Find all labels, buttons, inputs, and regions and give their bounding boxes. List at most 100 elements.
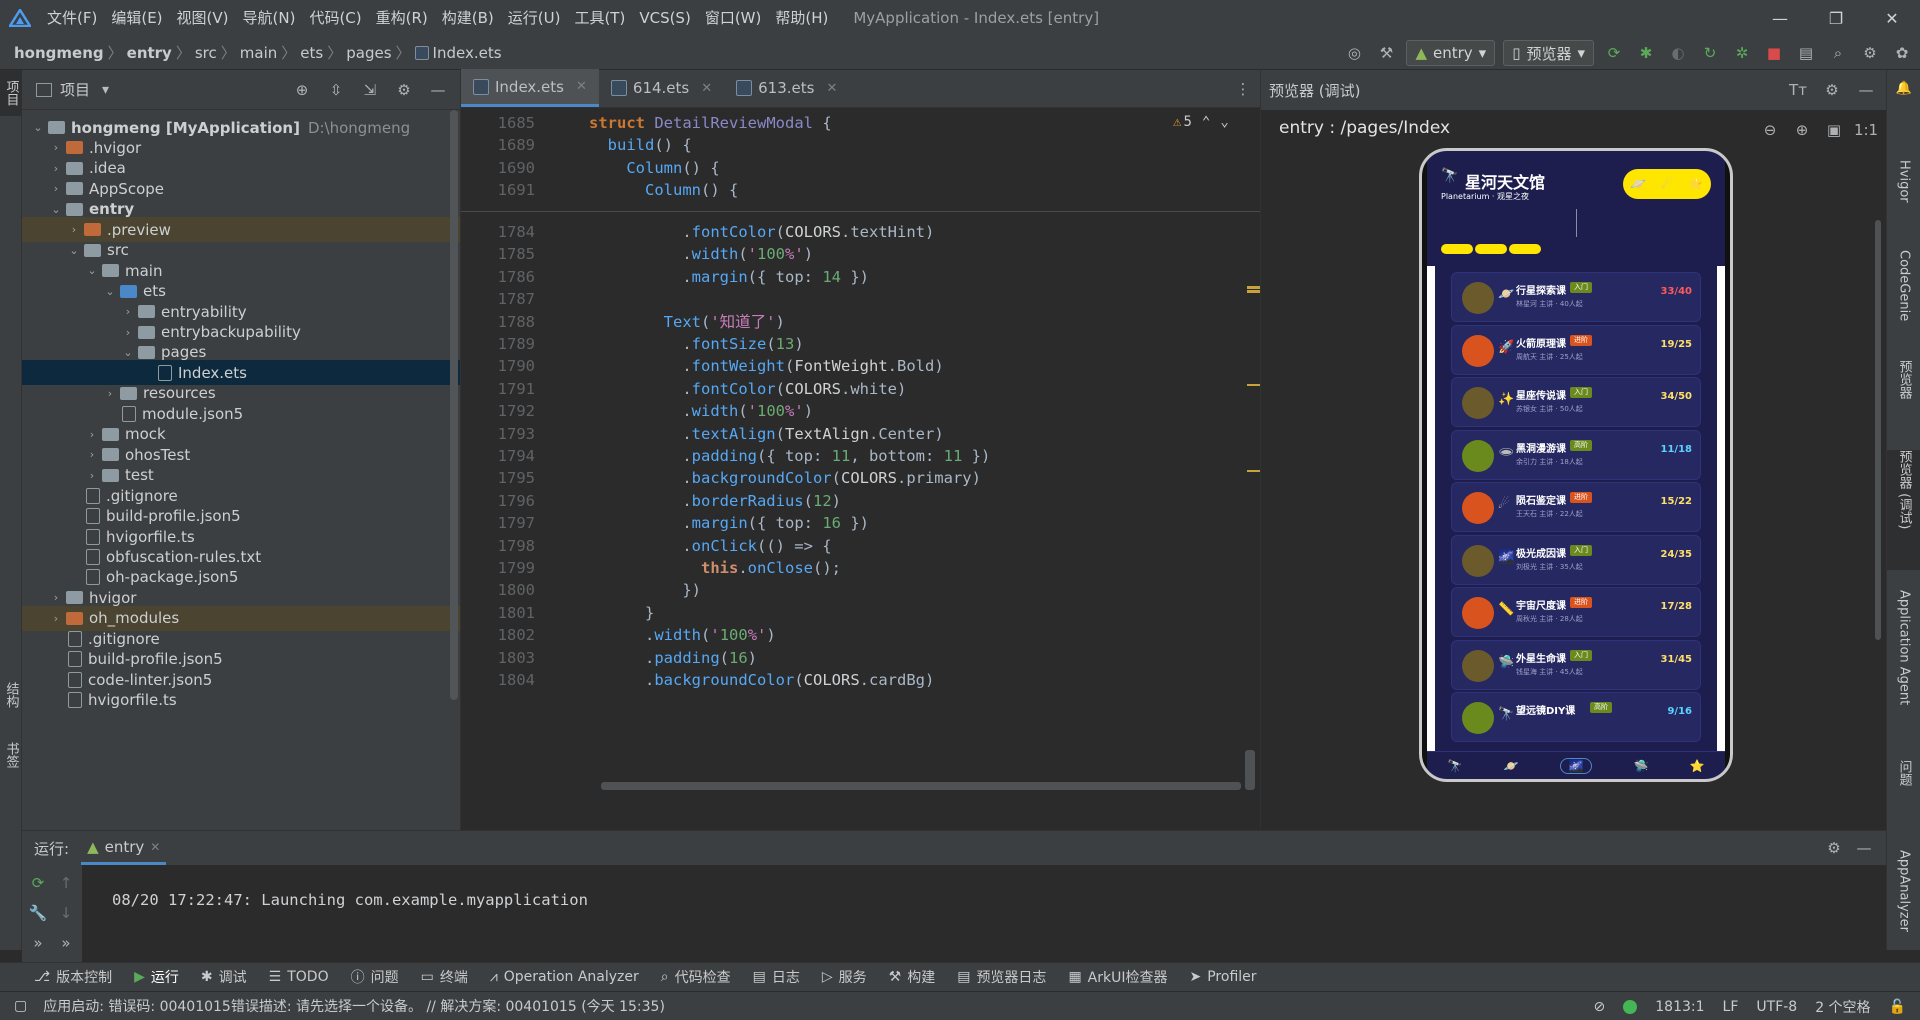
chevron-right-icon[interactable]: ›	[66, 223, 82, 236]
menu-item[interactable]: 编辑(E)	[104, 0, 169, 36]
tool-tab[interactable]: ✱ 调试	[201, 967, 247, 987]
preview-scrollbar[interactable]	[1875, 220, 1881, 640]
close-button[interactable]: ✕	[1864, 0, 1920, 36]
tool-tab[interactable]: ☰ TODO	[269, 969, 329, 985]
menu-item[interactable]: 代码(C)	[302, 0, 368, 36]
code-line[interactable]: 1798 .onClick(() => {	[461, 535, 1261, 557]
previewer-debug-tool-tab[interactable]: 预览器 (调试)	[1887, 450, 1920, 570]
close-icon[interactable]: ✕	[150, 840, 160, 854]
chevron-right-icon[interactable]: ›	[48, 141, 64, 154]
application-agent-tool-tab[interactable]: Application Agent	[1887, 590, 1920, 740]
debug-restart-icon[interactable]: ✲	[1730, 41, 1754, 65]
course-card[interactable]: ☄ 陨石鉴定课 进阶 王天石 主讲 · 22人起 15/22	[1451, 482, 1701, 532]
course-card[interactable]: 🔭 望远镜DIY课 高阶 9/16	[1451, 692, 1701, 742]
structure-tool-tab[interactable]: 结构	[0, 670, 22, 720]
more-icon[interactable]: »	[26, 931, 50, 955]
chevron-right-icon[interactable]: ›	[48, 612, 64, 625]
code-line[interactable]: 1801 }	[461, 602, 1261, 624]
breadcrumb-item[interactable]: hongmeng	[14, 44, 104, 62]
menu-item[interactable]: 重构(R)	[369, 0, 435, 36]
tab-614-ets[interactable]: 614.ets ✕	[599, 69, 724, 107]
editor-h-scrollbar[interactable]	[601, 782, 1241, 790]
notifications-tool-tab[interactable]: 🔔	[1887, 80, 1920, 120]
tool-tab[interactable]: ▤ 预览器日志	[957, 967, 1046, 987]
project-tool-tab[interactable]: 项目	[0, 70, 22, 116]
debug-icon[interactable]: ✱	[1634, 41, 1658, 65]
search-icon[interactable]: ⌕	[1826, 41, 1850, 65]
menu-item[interactable]: 工具(T)	[567, 0, 632, 36]
hide-icon[interactable]: —	[1854, 78, 1878, 102]
line-separator[interactable]: LF	[1723, 999, 1739, 1015]
code-line[interactable]: 1797 .margin({ top: 16 })	[461, 512, 1261, 534]
code-line[interactable]: 1802 .width('100%')	[461, 624, 1261, 646]
status-message[interactable]: 应用启动: 错误码: 00401015错误描述: 请先选择一个设备。 // 解决…	[43, 996, 665, 1016]
minimize-button[interactable]: —	[1752, 0, 1808, 36]
device-dropdown[interactable]: ▯ 预览器 ▾	[1503, 40, 1594, 66]
memory-icon[interactable]: ⊘	[1594, 999, 1606, 1015]
hide-icon[interactable]: —	[1852, 836, 1876, 860]
code-line[interactable]: 1787	[461, 288, 1261, 310]
code-line[interactable]: 1789 .fontSize(13)	[461, 333, 1261, 355]
more-icon[interactable]: »	[54, 931, 78, 955]
project-scrollbar[interactable]	[450, 110, 458, 700]
warning-marker[interactable]	[1247, 384, 1261, 386]
breadcrumb-item[interactable]: Index.ets	[433, 44, 502, 62]
warning-marker[interactable]	[1247, 470, 1261, 472]
font-size-icon[interactable]: Tт	[1786, 78, 1810, 102]
console-output[interactable]: 08/20 17:22:47: Launching com.example.my…	[112, 891, 588, 909]
tool-tab[interactable]: ➤ Profiler	[1190, 969, 1257, 985]
menu-item[interactable]: 帮助(H)	[768, 0, 835, 36]
tool-tab[interactable]: ▭ 终端	[421, 967, 468, 987]
expand-all-icon[interactable]: ⇳	[324, 78, 348, 102]
course-card[interactable]: 📏 宇宙尺度课 进阶 周秋光 主讲 · 28人起 17/28	[1451, 587, 1701, 637]
filter-chips[interactable]	[1441, 244, 1541, 254]
gear-icon[interactable]: ⚙	[1858, 41, 1882, 65]
previewer-tool-tab[interactable]: 预览器	[1887, 360, 1920, 440]
project-panel-title[interactable]: 项目	[60, 79, 90, 100]
apply-changes-icon[interactable]: ↻	[1698, 41, 1722, 65]
maximize-button[interactable]: ❐	[1808, 0, 1864, 36]
code-line[interactable]: 1790 .fontWeight(FontWeight.Bold)	[461, 355, 1261, 377]
course-list[interactable]: 🪐 行星探索课 入门 林星河 主讲 · 40人起 33/40 🚀 火箭原理课 进阶 周航天 主讲…	[1427, 266, 1725, 751]
course-card[interactable]: 🛸 外星生命课 入门 钱星海 主讲 · 45人起 31/45	[1451, 639, 1701, 690]
hammer-icon[interactable]: ⚒	[1374, 41, 1398, 65]
editor-scrollbar[interactable]	[1245, 750, 1255, 790]
appanalyzer-tool-tab[interactable]: AppAnalyzer	[1887, 850, 1920, 950]
indent-setting[interactable]: 2 个空格	[1815, 997, 1870, 1017]
file-encoding[interactable]: UTF-8	[1756, 999, 1797, 1015]
menu-item[interactable]: 构建(B)	[435, 0, 501, 36]
course-card[interactable]: 🌌 极光成因课 入门 刘极光 主讲 · 35人起 24/35	[1451, 534, 1701, 585]
code-line[interactable]: 1800 })	[461, 579, 1261, 601]
tool-tab[interactable]: ▶ 运行	[134, 967, 179, 987]
gear-icon[interactable]: ⚙	[1822, 836, 1846, 860]
sticky-code-line[interactable]: 1685 struct DetailReviewModal {	[461, 112, 1261, 134]
rerun-icon[interactable]: ⟳	[26, 871, 50, 895]
rerun-icon[interactable]: ⟳	[1602, 41, 1626, 65]
chevron-right-icon[interactable]: ›	[48, 182, 64, 195]
warning-marker[interactable]	[1247, 290, 1261, 293]
chevron-down-icon[interactable]: ⌄	[84, 264, 100, 277]
chevron-right-icon[interactable]: ›	[84, 448, 100, 461]
harmony-logo-icon[interactable]: ✿	[1890, 41, 1914, 65]
actual-size-icon[interactable]: 1:1	[1854, 118, 1878, 142]
run-tab-entry[interactable]: ▲ entry ✕	[81, 831, 167, 865]
inspection-widget[interactable]: ⚠ 5 ⌃ ⌄	[1173, 114, 1229, 130]
warning-marker[interactable]	[1247, 286, 1261, 289]
chevron-right-icon[interactable]: ›	[48, 162, 64, 175]
chevron-down-icon[interactable]: ⌄	[30, 121, 46, 134]
zoom-out-icon[interactable]: ⊖	[1758, 118, 1782, 142]
more-tabs-icon[interactable]: ⋮	[1231, 77, 1255, 101]
problems-tool-tab[interactable]: 问题	[1887, 760, 1920, 840]
menu-item[interactable]: 视图(V)	[170, 0, 236, 36]
tool-tab[interactable]: ⩘ Operation Analyzer	[490, 969, 639, 985]
code-line[interactable]: 1799 this.onClose();	[461, 557, 1261, 579]
up-arrow-icon[interactable]: ↑	[54, 871, 78, 895]
app-screen[interactable]: 🔭 星河天文馆 Planetarium · 观星之夜 🪐 ☄ ⭐ 🪐 行星探索课入…	[1427, 151, 1725, 779]
tool-tab[interactable]: ⓘ 问题	[351, 967, 399, 987]
fit-screen-icon[interactable]: ▣	[1822, 118, 1846, 142]
chevron-down-icon[interactable]: ⌄	[48, 203, 64, 216]
app-tab-item[interactable]: 🛸	[1634, 759, 1649, 773]
zoom-in-icon[interactable]: ⊕	[1790, 118, 1814, 142]
code-line[interactable]: 1786 .margin({ top: 14 })	[461, 266, 1261, 288]
tab-index-ets[interactable]: Index.ets ✕	[461, 69, 599, 107]
